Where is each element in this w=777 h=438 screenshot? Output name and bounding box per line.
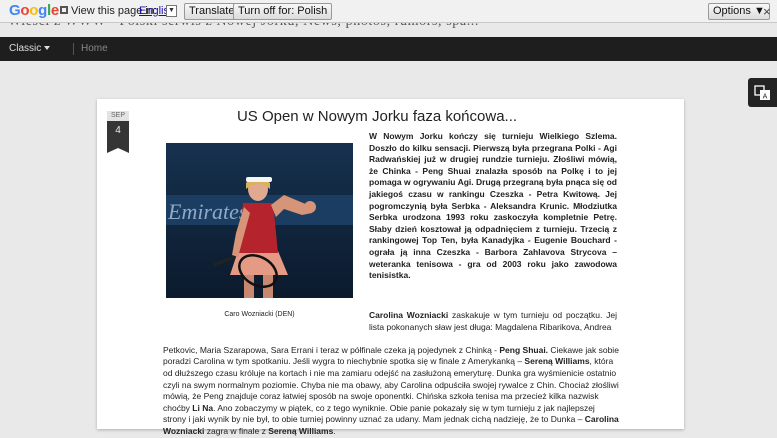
player-name: Peng Shuai. <box>499 344 549 355</box>
translate-button[interactable]: Translate <box>184 3 240 20</box>
ribbon-tail <box>107 147 129 153</box>
post-paragraph-2-rest: Petkovic, Maria Szarapowa, Sara Errani i… <box>163 345 619 438</box>
options-button[interactable]: Options ▼ <box>708 3 770 20</box>
post-title[interactable]: US Open w Nowym Jorku faza końcowa... <box>232 108 522 125</box>
nav-bar: Classic Home <box>0 37 777 61</box>
post-photo[interactable]: Emirates <box>166 143 353 298</box>
view-selector[interactable]: Classic <box>9 43 51 54</box>
post-paragraph-1: W Nowym Jorku kończy się turnieju Wielki… <box>369 131 617 281</box>
nav-divider <box>73 43 74 55</box>
para2-text-b6: . <box>333 425 336 436</box>
language-dropdown-icon[interactable]: ▼ <box>166 5 177 17</box>
post-paragraph-2-start: Carolina Wozniacki zaskakuje w tym turni… <box>369 310 617 333</box>
translate-widget-button[interactable]: A <box>748 78 777 107</box>
player-name: Sereną Williams <box>524 356 590 367</box>
tennis-player-photo: Emirates <box>166 143 353 298</box>
google-logo: Google <box>9 2 59 19</box>
translate-icon: A <box>754 85 770 101</box>
chevron-down-icon <box>44 46 51 51</box>
date-day: 4 <box>107 121 129 153</box>
para2-text-b4: . Ano zobaczymy w piątek, co z tego wyni… <box>163 402 595 425</box>
photo-caption: Caro Wozniacki (DEN) <box>224 311 295 318</box>
player-name: Carolina Wozniacki <box>369 310 449 320</box>
date-day-number: 4 <box>115 125 121 136</box>
para2-text-b5: zagra w finale z <box>204 425 269 436</box>
nav-home-link[interactable]: Home <box>81 43 108 54</box>
svg-text:A: A <box>763 94 768 101</box>
translate-icon <box>60 6 68 14</box>
turn-off-button[interactable]: Turn off for: Polish <box>233 3 333 20</box>
player-name: Li Na <box>192 402 214 413</box>
photo-banner-text: Emirates <box>167 199 247 224</box>
view-selector-label: Classic <box>9 43 42 54</box>
para2-text-b1: Petkovic, Maria Szarapowa, Sara Errani i… <box>163 344 500 355</box>
player-name: Sereną Williams <box>268 425 334 436</box>
close-icon[interactable]: × <box>763 4 771 19</box>
translate-bar: Google View this page in: English ▼ Tran… <box>0 0 777 23</box>
date-month: SEP <box>107 111 129 121</box>
